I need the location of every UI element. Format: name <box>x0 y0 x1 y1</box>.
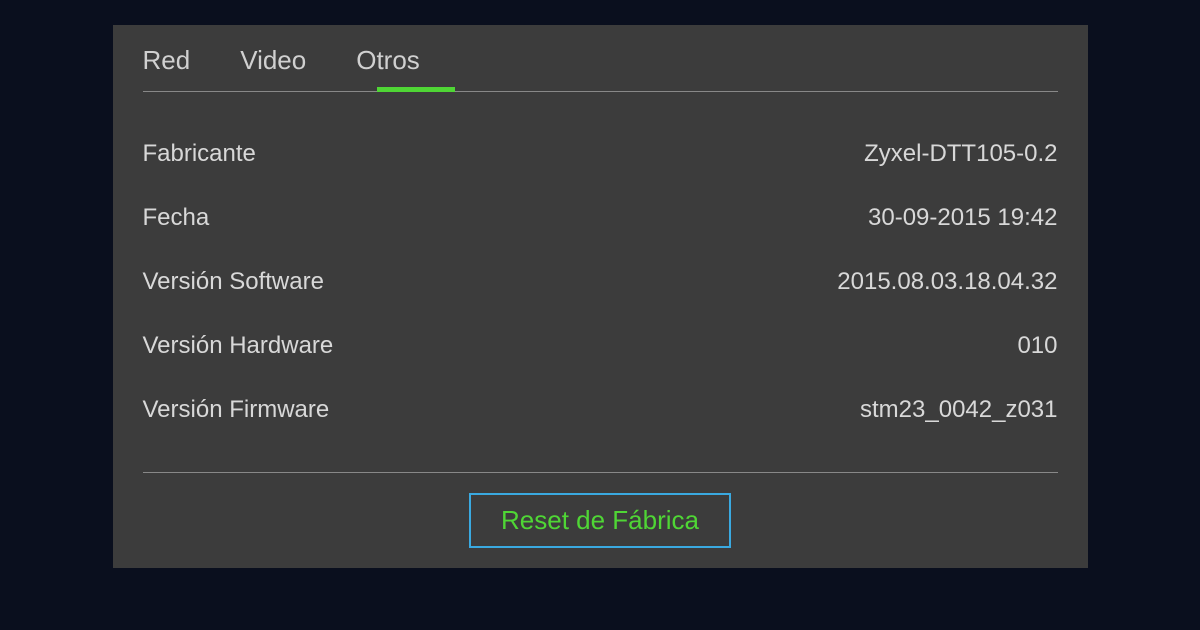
divider <box>143 472 1058 473</box>
value-version-software: 2015.08.03.18.04.32 <box>837 268 1057 296</box>
tabs-container: Red Video Otros <box>143 45 1058 92</box>
reset-factory-button[interactable]: Reset de Fábrica <box>469 493 731 548</box>
info-row-fabricante: Fabricante Zyxel-DTT105-0.2 <box>143 122 1058 186</box>
tab-red[interactable]: Red <box>143 45 191 76</box>
value-version-hardware: 010 <box>1017 332 1057 360</box>
label-version-hardware: Versión Hardware <box>143 332 334 360</box>
info-row-version-hardware: Versión Hardware 010 <box>143 314 1058 378</box>
value-fabricante: Zyxel-DTT105-0.2 <box>864 140 1057 168</box>
label-fecha: Fecha <box>143 204 210 232</box>
info-row-version-firmware: Versión Firmware stm23_0042_z031 <box>143 378 1058 442</box>
label-version-software: Versión Software <box>143 268 324 296</box>
info-row-version-software: Versión Software 2015.08.03.18.04.32 <box>143 250 1058 314</box>
label-version-firmware: Versión Firmware <box>143 396 330 424</box>
button-container: Reset de Fábrica <box>143 493 1058 548</box>
label-fabricante: Fabricante <box>143 140 256 168</box>
tab-active-indicator <box>377 87 455 92</box>
settings-panel: Red Video Otros Fabricante Zyxel-DTT105-… <box>113 25 1088 568</box>
tab-video[interactable]: Video <box>240 45 306 76</box>
tab-otros[interactable]: Otros <box>356 45 420 76</box>
info-rows: Fabricante Zyxel-DTT105-0.2 Fecha 30-09-… <box>143 122 1058 472</box>
info-row-fecha: Fecha 30-09-2015 19:42 <box>143 186 1058 250</box>
value-version-firmware: stm23_0042_z031 <box>860 396 1057 424</box>
value-fecha: 30-09-2015 19:42 <box>868 204 1058 232</box>
